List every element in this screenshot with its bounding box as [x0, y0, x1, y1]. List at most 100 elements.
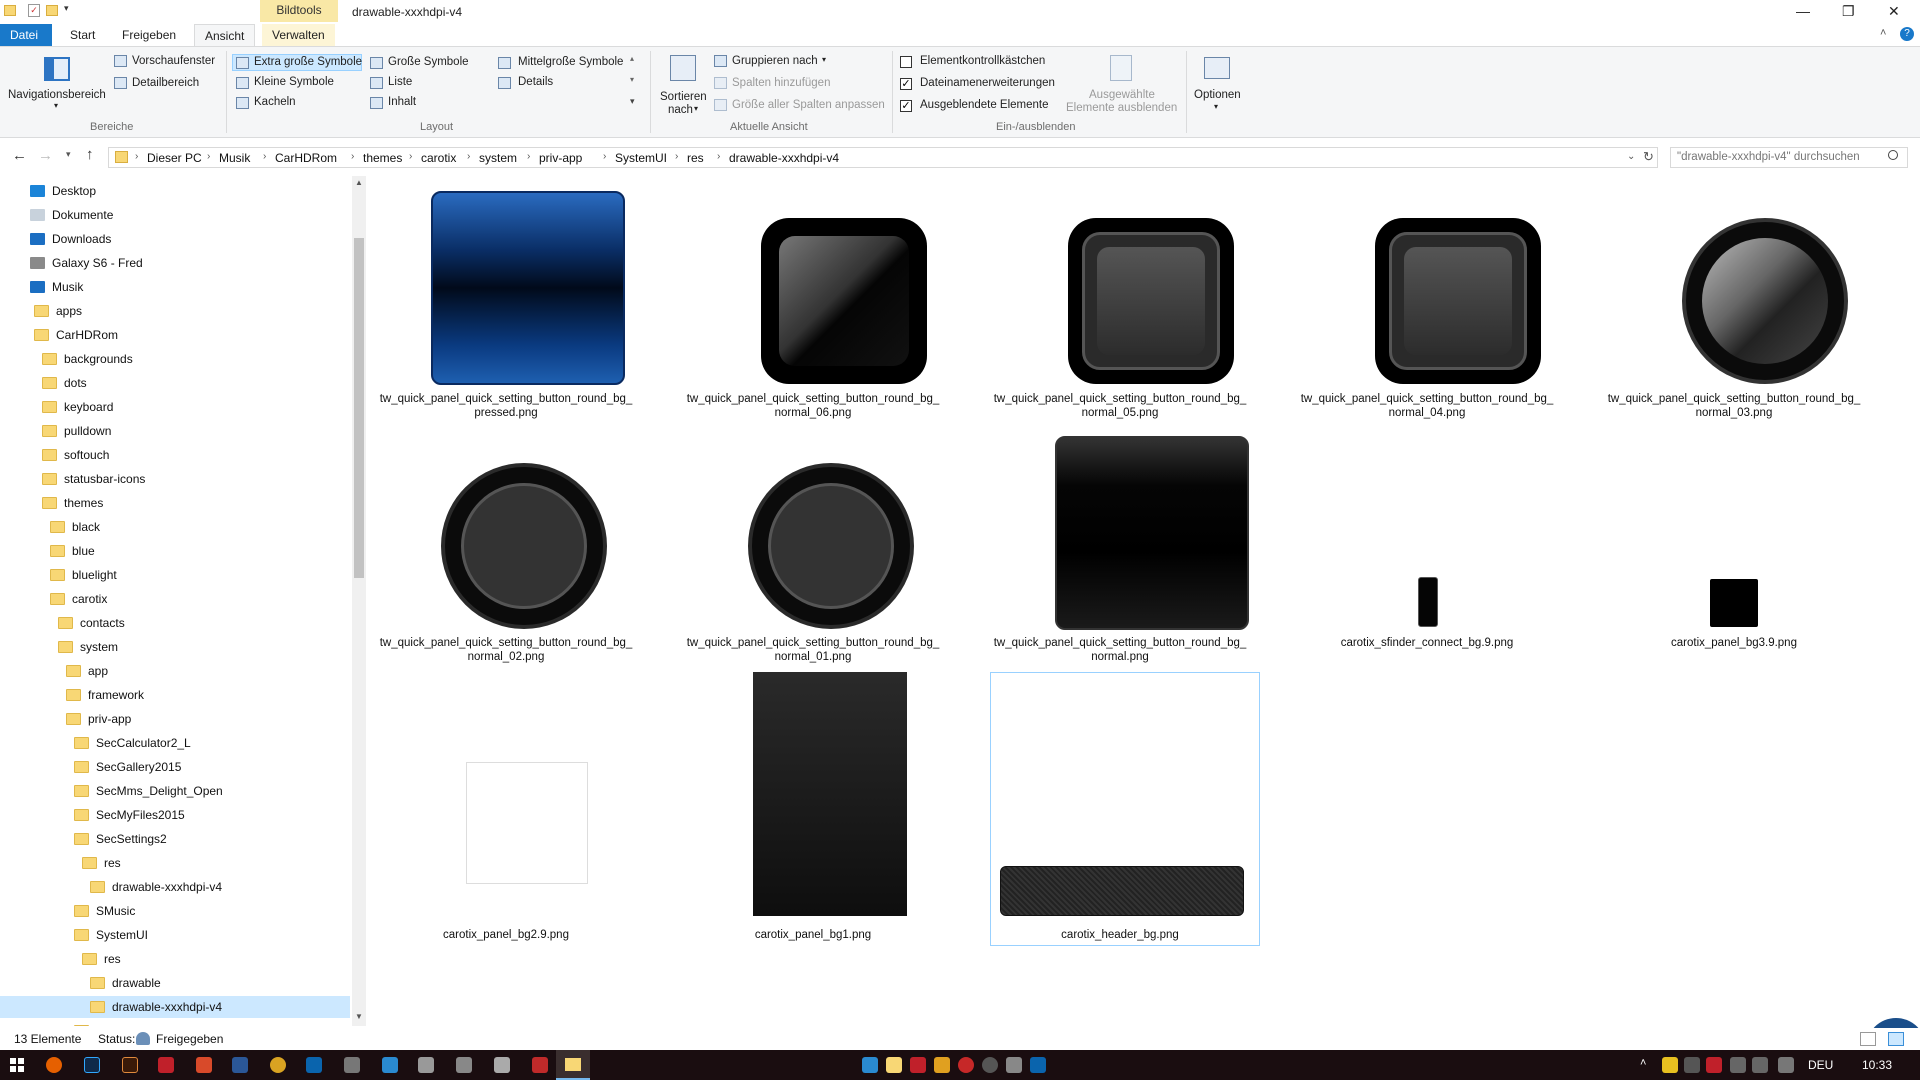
small-icons-button[interactable]: Kleine Symbole [254, 76, 334, 88]
hidden-items-checkbox[interactable]: ✓ [900, 100, 912, 112]
file-item[interactable]: tw_quick_panel_quick_setting_button_roun… [376, 421, 636, 681]
tab-verwalten[interactable]: Verwalten [262, 24, 335, 46]
file-item[interactable]: tw_quick_panel_quick_setting_button_roun… [376, 176, 636, 436]
group-by-dropdown[interactable]: ▾ [822, 55, 826, 64]
windows-start-icon[interactable] [10, 1058, 24, 1072]
tab-freigeben[interactable]: Freigeben [112, 24, 186, 46]
file-item[interactable]: tw_quick_panel_quick_setting_button_roun… [1297, 176, 1557, 436]
scroll-down-icon[interactable]: ▼ [355, 1012, 363, 1021]
content-button[interactable]: Inhalt [388, 96, 416, 108]
file-item[interactable]: tw_quick_panel_quick_setting_button_roun… [1604, 176, 1864, 436]
extensions-checkbox[interactable]: ✓ [900, 78, 912, 90]
breadcrumb-separator[interactable]: › [263, 151, 266, 162]
properties-icon[interactable]: ✓ [28, 4, 40, 17]
nav-item[interactable]: CarHDRom [0, 324, 350, 346]
navigation-scrollbar[interactable]: ▲ ▼ [352, 176, 366, 1026]
file-item[interactable]: carotix_panel_bg1.png [683, 666, 943, 941]
nav-item[interactable]: black [0, 516, 350, 538]
details-pane-button[interactable]: Detailbereich [132, 77, 199, 89]
nav-item[interactable]: drawable-xxxhdpi-v4 [0, 996, 350, 1018]
nav-item[interactable]: bluelight [0, 564, 350, 586]
app-icon[interactable] [532, 1057, 548, 1073]
breadcrumb-item[interactable]: drawable-xxxhdpi-v4 [729, 151, 839, 165]
nav-item[interactable]: dots [0, 372, 350, 394]
lock-tray-icon[interactable] [934, 1057, 950, 1073]
nav-item[interactable]: carotix [0, 588, 350, 610]
nav-item[interactable]: SecMyFiles2015 [0, 804, 350, 826]
app-icon[interactable] [196, 1057, 212, 1073]
nav-pane-button[interactable]: Navigationsbereich [8, 89, 106, 101]
new-folder-icon[interactable] [46, 5, 58, 16]
breadcrumb-separator[interactable]: › [207, 151, 210, 162]
breadcrumb-item[interactable]: system [479, 151, 517, 165]
help-icon[interactable]: ? [1900, 27, 1914, 41]
breadcrumb-item[interactable]: res [687, 151, 704, 165]
antivirus-icon[interactable] [158, 1057, 174, 1073]
download-tray-icon[interactable] [862, 1057, 878, 1073]
nav-item[interactable]: pulldown [0, 420, 350, 442]
nav-item[interactable]: drawable [0, 972, 350, 994]
photoshop-icon[interactable] [84, 1057, 100, 1073]
nav-item[interactable]: SecSettings2 [0, 828, 350, 850]
nav-item[interactable]: softouch [0, 444, 350, 466]
layout-scroll-down[interactable]: ▾ [630, 75, 634, 84]
breadcrumb-item[interactable]: carotix [421, 151, 456, 165]
tab-ansicht[interactable]: Ansicht [194, 24, 256, 46]
volume-icon[interactable] [1752, 1057, 1768, 1073]
app-icon[interactable] [418, 1057, 434, 1073]
large-icons-view-icon[interactable] [1888, 1032, 1904, 1046]
options-button[interactable]: Optionen [1194, 89, 1241, 101]
app-icon[interactable] [382, 1057, 398, 1073]
nav-item[interactable]: Desktop [0, 180, 350, 202]
breadcrumb-separator[interactable]: › [351, 151, 354, 162]
scroll-up-icon[interactable]: ▲ [355, 178, 363, 187]
nav-item[interactable]: SystemUI [0, 924, 350, 946]
app-tray-icon[interactable] [958, 1057, 974, 1073]
list-button[interactable]: Liste [388, 76, 412, 88]
scrollbar-thumb[interactable] [354, 238, 364, 578]
layout-scroll-up[interactable]: ▴ [630, 54, 634, 63]
show-hidden-icons[interactable]: ˄ [1640, 1057, 1646, 1069]
search-icon[interactable] [1888, 150, 1898, 160]
nav-item[interactable]: keyboard [0, 396, 350, 418]
layout-expand[interactable]: ▾ [630, 96, 635, 107]
file-item[interactable]: tw_quick_panel_quick_setting_button_roun… [683, 176, 943, 436]
nav-item[interactable]: framework [0, 684, 350, 706]
settings-icon[interactable] [344, 1057, 360, 1073]
details-button[interactable]: Details [518, 76, 553, 88]
options-dropdown[interactable]: ▾ [1214, 102, 1218, 111]
nav-item[interactable]: system [0, 636, 350, 658]
nav-item[interactable]: SecCalculator2_L [0, 732, 350, 754]
nav-item[interactable]: res [0, 852, 350, 874]
breadcrumb-item[interactable]: Dieser PC [147, 151, 202, 165]
sort-button[interactable]: Sortieren [660, 91, 707, 103]
nav-item[interactable]: priv-app [0, 708, 350, 730]
breadcrumb-separator[interactable]: › [467, 151, 470, 162]
breadcrumb-item[interactable]: priv-app [539, 151, 582, 165]
search-input[interactable]: "drawable-xxxhdpi-v4" durchsuchen [1670, 147, 1908, 168]
minimize-button[interactable]: — [1796, 3, 1810, 19]
bridge-icon[interactable] [122, 1057, 138, 1073]
file-item[interactable]: tw_quick_panel_quick_setting_button_roun… [683, 421, 943, 681]
app-tray-icon[interactable] [1006, 1057, 1022, 1073]
nav-item[interactable]: VoiceNote47_33 [0, 1020, 350, 1026]
nav-pane-dropdown[interactable]: ▾ [54, 101, 58, 110]
nav-item[interactable]: res [0, 948, 350, 970]
nav-item[interactable]: drawable-xxxhdpi-v4 [0, 876, 350, 898]
tab-datei[interactable]: Datei [0, 24, 52, 46]
address-bar[interactable]: › Dieser PC › Musik › CarHDRom › themes › carotix… [108, 147, 1658, 168]
collapse-ribbon-icon[interactable]: ˄ [1880, 27, 1886, 39]
nav-item[interactable]: themes [0, 492, 350, 514]
breadcrumb-separator[interactable]: › [135, 151, 138, 162]
outlook-icon[interactable] [306, 1057, 322, 1073]
file-item[interactable]: carotix_panel_bg3.9.png [1604, 421, 1864, 681]
preview-pane-button[interactable]: Vorschaufenster [132, 55, 215, 67]
app-icon[interactable] [456, 1057, 472, 1073]
nav-item[interactable]: Galaxy S6 - Fred [0, 252, 350, 274]
app-icon[interactable] [494, 1057, 510, 1073]
breadcrumb-separator[interactable]: › [527, 151, 530, 162]
breadcrumb-separator[interactable]: › [717, 151, 720, 162]
antivirus-tray-icon[interactable] [1706, 1057, 1722, 1073]
address-dropdown[interactable]: ⌄ [1627, 151, 1635, 162]
refresh-icon[interactable]: ↻ [1643, 149, 1654, 165]
